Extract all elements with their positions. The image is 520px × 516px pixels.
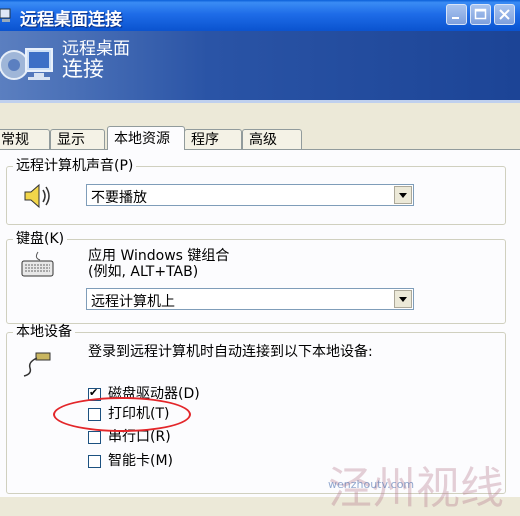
keyboard-description-1: 应用 Windows 键组合 <box>88 248 230 264</box>
tab-advanced[interactable]: 高级 <box>242 129 302 149</box>
minimize-button[interactable] <box>446 4 467 25</box>
close-icon <box>499 9 510 20</box>
banner-line-1: 远程桌面 <box>62 39 130 59</box>
watermark-url: wenzhoutv.com <box>328 478 415 491</box>
keyboard-group: 键盘(K) <box>6 231 506 324</box>
smart-cards-label[interactable]: 智能卡(M) <box>108 453 173 469</box>
banner-line-2: 连接 <box>62 57 104 81</box>
minimize-icon <box>452 17 459 19</box>
maximize-button[interactable] <box>470 4 491 25</box>
keyboard-icon <box>21 251 54 277</box>
tab-display[interactable]: 显示 <box>50 129 105 149</box>
keyboard-group-label: 键盘(K) <box>13 231 68 247</box>
keyboard-select[interactable]: 远程计算机上 <box>86 288 414 310</box>
sound-select[interactable]: 不要播放 <box>86 184 414 206</box>
keyboard-dropdown-icon[interactable] <box>394 290 412 308</box>
smart-cards-checkbox[interactable] <box>88 455 101 468</box>
window-title: 远程桌面连接 <box>20 10 122 30</box>
app-icon <box>0 8 11 22</box>
header-banner: 远程桌面 连接 <box>0 31 520 101</box>
speaker-icon <box>24 183 50 209</box>
serial-ports-checkbox[interactable] <box>88 431 101 444</box>
title-bar[interactable]: 远程桌面连接 <box>0 0 520 31</box>
annotation-ellipse <box>53 397 191 432</box>
keyboard-description-2: (例如, ALT+TAB) <box>88 264 199 280</box>
local-devices-group-label: 本地设备 <box>13 324 75 340</box>
tab-general[interactable]: 常规 <box>0 129 50 149</box>
device-cable-icon <box>23 352 51 377</box>
local-devices-description: 登录到远程计算机时自动连接到以下本地设备: <box>88 344 373 360</box>
keyboard-select-value: 远程计算机上 <box>91 294 175 310</box>
tab-local-resources[interactable]: 本地资源 <box>107 126 185 150</box>
banner-title: 远程桌面 连接 <box>62 39 130 81</box>
sound-select-value: 不要播放 <box>91 190 147 206</box>
maximize-icon <box>474 8 487 20</box>
close-button[interactable] <box>494 4 515 25</box>
sound-group-label: 远程计算机声音(P) <box>13 158 137 174</box>
sound-dropdown-icon[interactable] <box>394 186 412 204</box>
tab-programs[interactable]: 程序 <box>184 129 242 149</box>
remote-desktop-icon <box>0 48 53 80</box>
banner-divider <box>0 100 520 103</box>
